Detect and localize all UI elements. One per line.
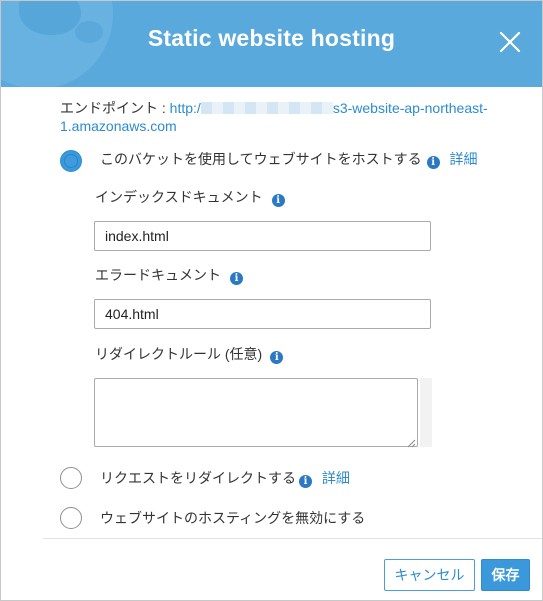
textarea-scrollbar[interactable] xyxy=(420,378,432,447)
error-document-input[interactable] xyxy=(94,299,431,329)
endpoint: エンドポイント : http:/s3-website-ap-northeast-… xyxy=(60,99,500,135)
redirect-rules-label: リダイレクトルール (任意) xyxy=(95,346,263,362)
close-icon[interactable] xyxy=(497,29,523,55)
endpoint-url-start: http:/ xyxy=(169,100,201,116)
footer-divider xyxy=(43,538,542,539)
save-button[interactable]: 保存 xyxy=(481,559,530,591)
redirect-requests-option: リクエストをリダイレクトする i 詳細 xyxy=(100,468,350,488)
resize-grip-icon[interactable] xyxy=(406,435,416,448)
redirect-detail-link[interactable]: 詳細 xyxy=(322,470,350,486)
info-icon[interactable]: i xyxy=(426,156,440,169)
error-document-label-row: エラードキュメント i xyxy=(95,265,243,285)
host-website-detail-link[interactable]: 詳細 xyxy=(449,151,477,167)
info-icon[interactable]: i xyxy=(230,272,243,285)
info-icon[interactable]: i xyxy=(270,351,284,364)
info-icon[interactable]: i xyxy=(271,194,285,207)
endpoint-label: エンドポイント : xyxy=(60,100,170,116)
index-document-input[interactable] xyxy=(94,221,431,251)
redirect-requests-label: リクエストをリダイレクトする xyxy=(100,470,296,486)
host-website-option: このバケットを使用してウェブサイトをホストする i 詳細 xyxy=(100,149,477,169)
dialog-header: Static website hosting xyxy=(1,1,542,87)
dialog-title: Static website hosting xyxy=(147,25,396,51)
host-website-label: このバケットを使用してウェブサイトをホストする xyxy=(100,151,422,167)
cancel-button[interactable]: キャンセル xyxy=(384,559,475,591)
disable-hosting-label: ウェブサイトのホスティングを無効にする xyxy=(100,510,366,526)
redirect-rules-label-row: リダイレクトルール (任意) i xyxy=(95,344,284,364)
redacted-bucket-name xyxy=(200,102,333,114)
error-document-label: エラードキュメント xyxy=(95,267,221,283)
redirect-rules-textarea[interactable] xyxy=(94,378,418,447)
index-document-label: インデックスドキュメント xyxy=(95,189,263,205)
redirect-requests-radio[interactable] xyxy=(60,467,82,489)
static-website-hosting-dialog: Static website hosting エンドポイント : http:/s… xyxy=(0,0,543,601)
disable-hosting-radio[interactable] xyxy=(60,507,82,529)
info-icon[interactable]: i xyxy=(299,475,312,488)
index-document-label-row: インデックスドキュメント i xyxy=(95,187,285,207)
host-website-radio[interactable] xyxy=(60,150,82,172)
